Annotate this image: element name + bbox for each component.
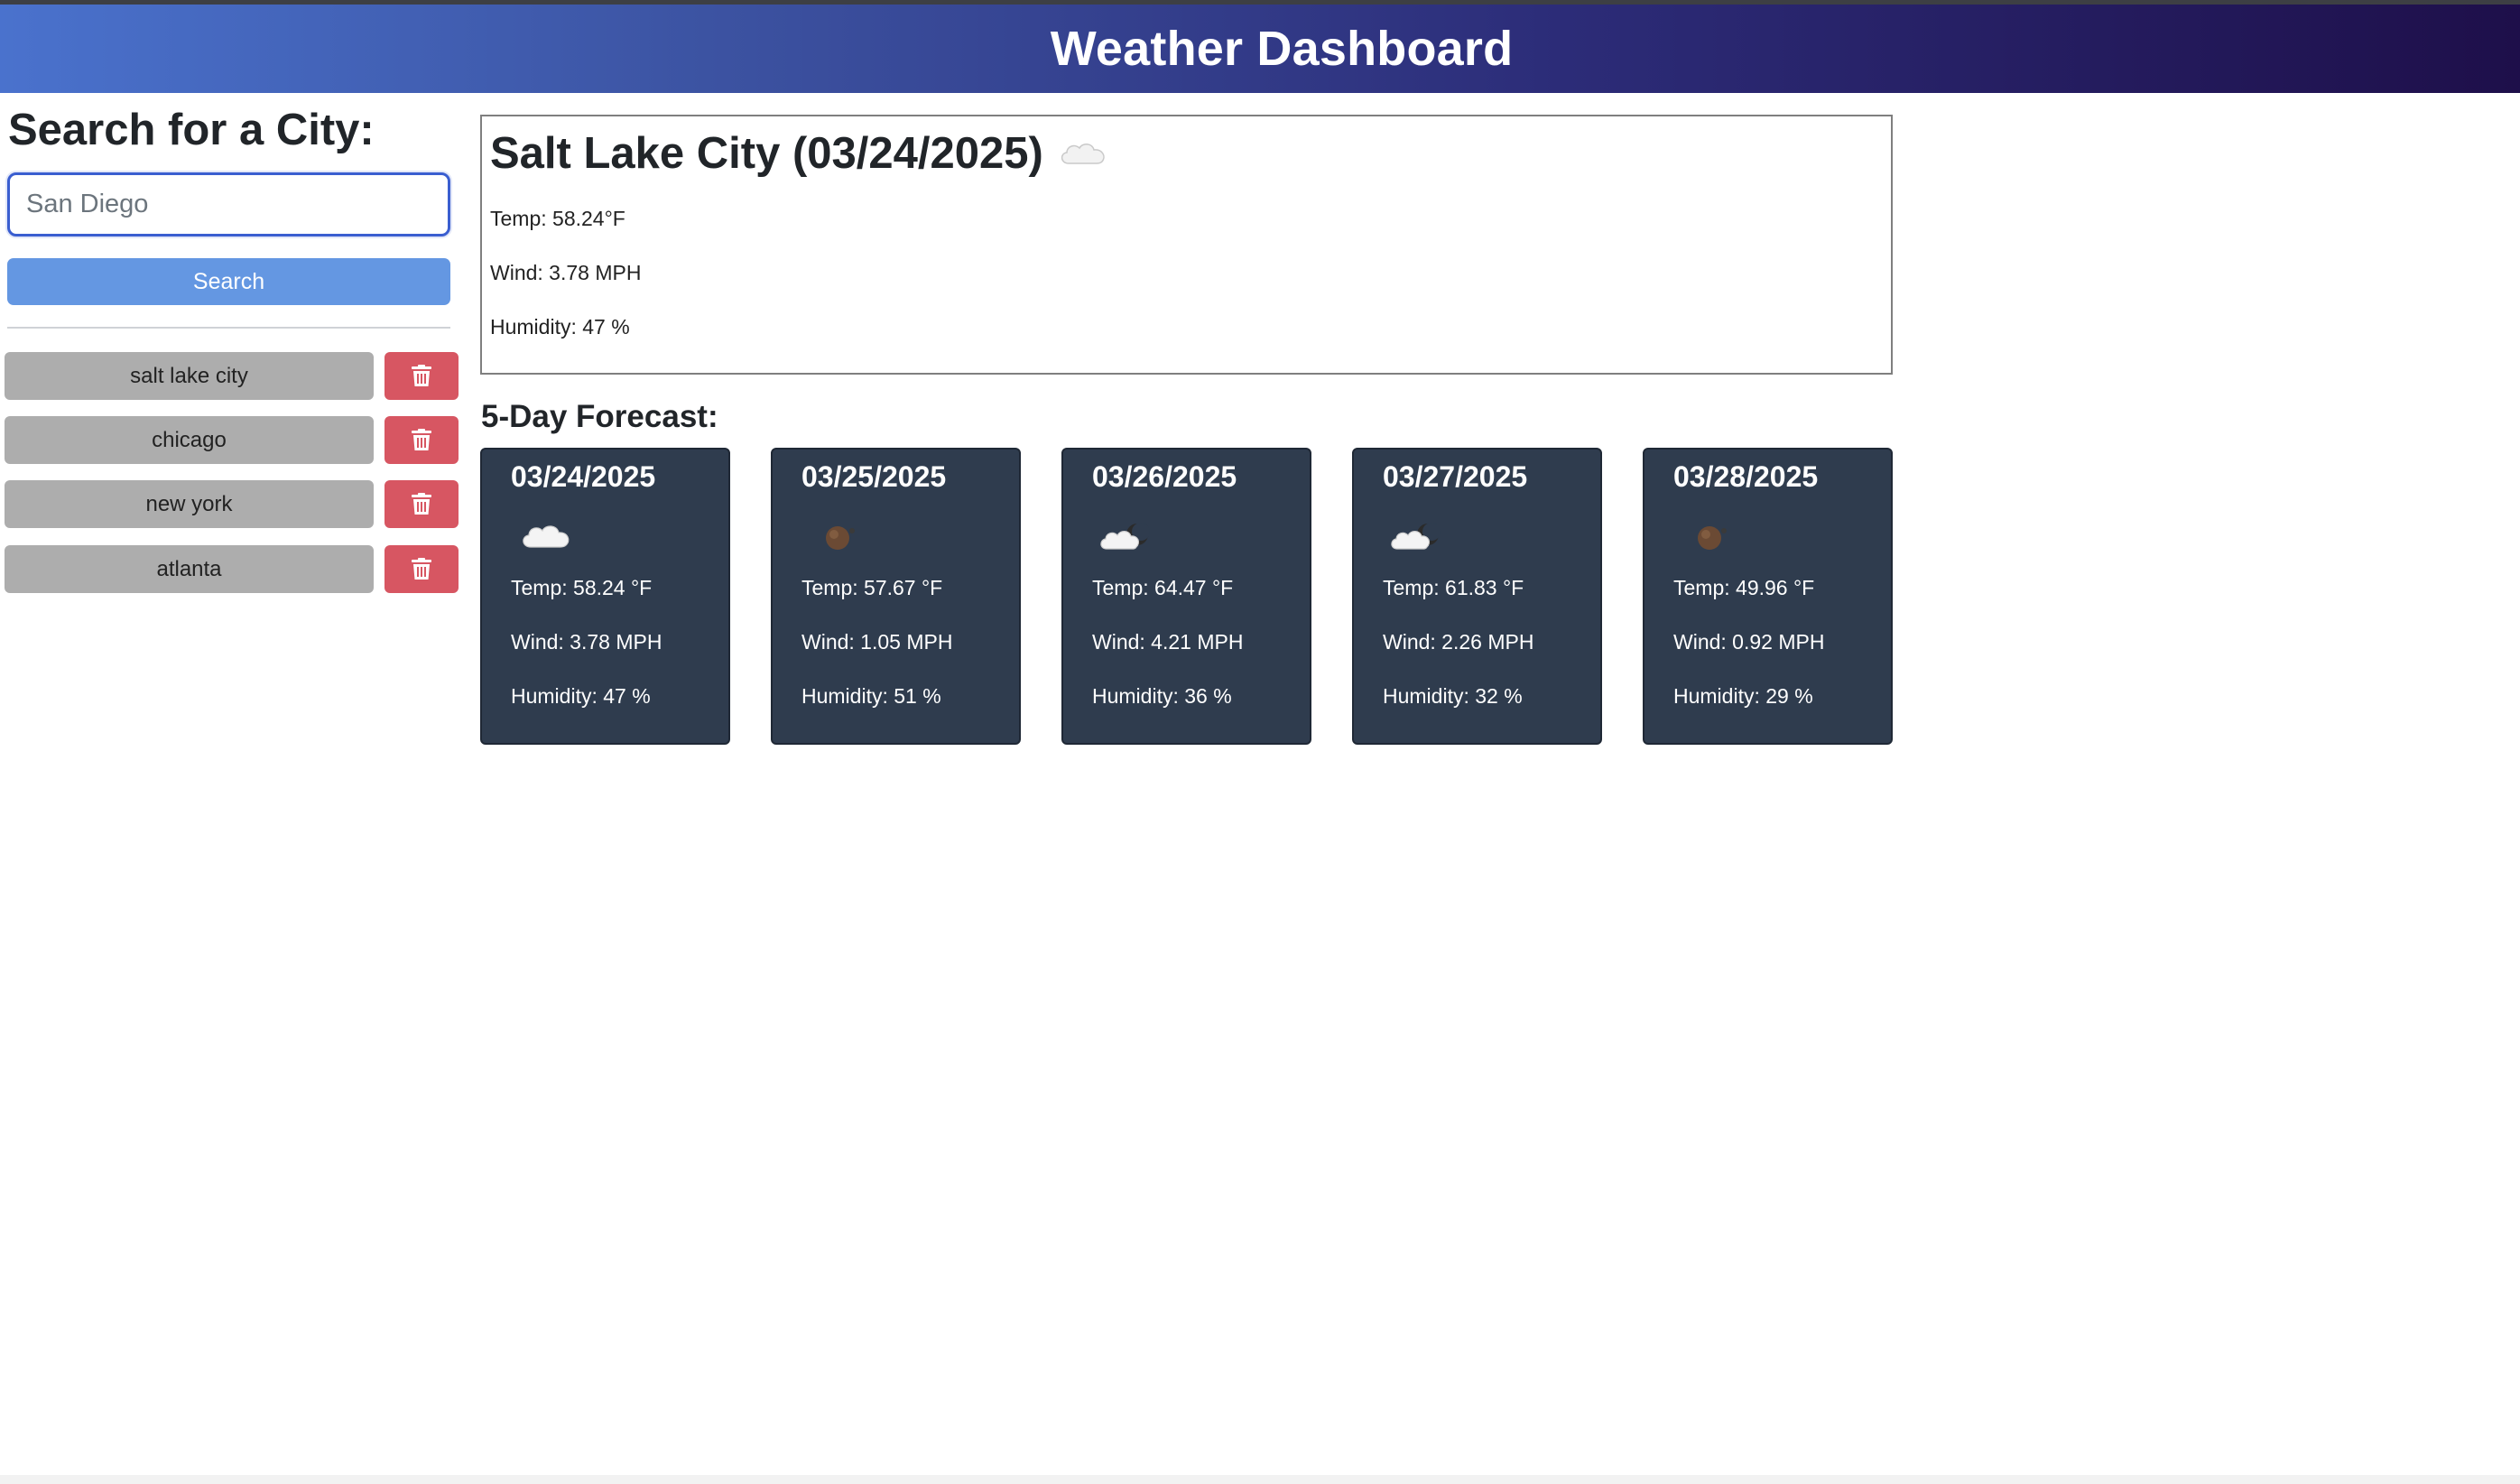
- history-city-button[interactable]: salt lake city: [5, 352, 374, 400]
- cloudy-night-icon: [1098, 511, 1161, 556]
- delete-city-button[interactable]: [384, 545, 459, 593]
- forecast-wind: Wind: 4.21 MPH: [1092, 630, 1244, 654]
- forecast-card: 03/28/2025 Temp: 49.96 °F Wind: 0.92 MPH…: [1643, 448, 1893, 745]
- forecast-wind: Wind: 3.78 MPH: [511, 630, 662, 654]
- forecast-title: 5-Day Forecast:: [481, 399, 718, 434]
- city-search-input[interactable]: [7, 172, 450, 237]
- forecast-wind: Wind: 2.26 MPH: [1383, 630, 1534, 654]
- window-bottom-edge: [0, 1475, 2520, 1484]
- current-wind: Wind: 3.78 MPH: [490, 261, 642, 284]
- forecast-card: 03/26/2025 Temp: 64.47 °F Wind: 4.21 MPH…: [1061, 448, 1311, 745]
- forecast-card: 03/24/2025 Temp: 58.24 °F Wind: 3.78 MPH…: [480, 448, 730, 745]
- forecast-temp: Temp: 57.67 °F: [801, 576, 943, 599]
- divider: [7, 327, 450, 329]
- current-humidity: Humidity: 47 %: [490, 315, 630, 339]
- current-temp: Temp: 58.24°F: [490, 207, 625, 230]
- forecast-temp: Temp: 49.96 °F: [1673, 576, 1815, 599]
- forecast-temp: Temp: 61.83 °F: [1383, 576, 1524, 599]
- forecast-humidity: Humidity: 29 %: [1673, 684, 1813, 708]
- forecast-card: 03/25/2025 Temp: 57.67 °F Wind: 1.05 MPH…: [771, 448, 1021, 745]
- clear-night-icon: [1679, 511, 1742, 556]
- page-header: Weather Dashboard: [0, 5, 2520, 93]
- cloudy-night-icon: [1388, 511, 1451, 556]
- delete-city-button[interactable]: [384, 480, 459, 528]
- delete-city-button[interactable]: [384, 352, 459, 400]
- forecast-card: 03/27/2025 Temp: 61.83 °F Wind: 2.26 MPH…: [1352, 448, 1602, 745]
- forecast-temp: Temp: 64.47 °F: [1092, 576, 1234, 599]
- forecast-temp: Temp: 58.24 °F: [511, 576, 653, 599]
- page-title: Weather Dashboard: [1050, 22, 1514, 76]
- history-item: atlanta: [5, 545, 459, 593]
- history-city-button[interactable]: new york: [5, 480, 374, 528]
- history-item: new york: [5, 480, 459, 528]
- history-city-button[interactable]: chicago: [5, 416, 374, 464]
- history-item: salt lake city: [5, 352, 459, 400]
- forecast-date: 03/26/2025: [1092, 460, 1237, 493]
- forecast-wind: Wind: 1.05 MPH: [801, 630, 953, 654]
- trash-icon: [412, 429, 431, 450]
- trash-icon: [412, 558, 431, 580]
- forecast-wind: Wind: 0.92 MPH: [1673, 630, 1825, 654]
- clear-night-icon: [807, 511, 870, 556]
- cloud-icon: [1058, 140, 1108, 167]
- cloud-icon: [516, 511, 579, 556]
- forecast-humidity: Humidity: 47 %: [511, 684, 651, 708]
- search-title: Search for a City:: [8, 106, 375, 154]
- current-city-date: Salt Lake City (03/24/2025): [490, 129, 1043, 178]
- current-weather-title: Salt Lake City (03/24/2025): [490, 128, 1108, 179]
- history-city-button[interactable]: atlanta: [5, 545, 374, 593]
- forecast-humidity: Humidity: 32 %: [1383, 684, 1523, 708]
- forecast-humidity: Humidity: 51 %: [801, 684, 941, 708]
- trash-icon: [412, 493, 431, 515]
- search-button[interactable]: Search: [7, 258, 450, 305]
- history-item: chicago: [5, 416, 459, 464]
- forecast-humidity: Humidity: 36 %: [1092, 684, 1232, 708]
- forecast-date: 03/24/2025: [511, 460, 656, 493]
- forecast-date: 03/28/2025: [1673, 460, 1819, 493]
- delete-city-button[interactable]: [384, 416, 459, 464]
- current-weather-card: Salt Lake City (03/24/2025) Temp: 58.24°…: [480, 115, 1893, 375]
- forecast-date: 03/25/2025: [801, 460, 947, 493]
- forecast-date: 03/27/2025: [1383, 460, 1528, 493]
- trash-icon: [412, 365, 431, 386]
